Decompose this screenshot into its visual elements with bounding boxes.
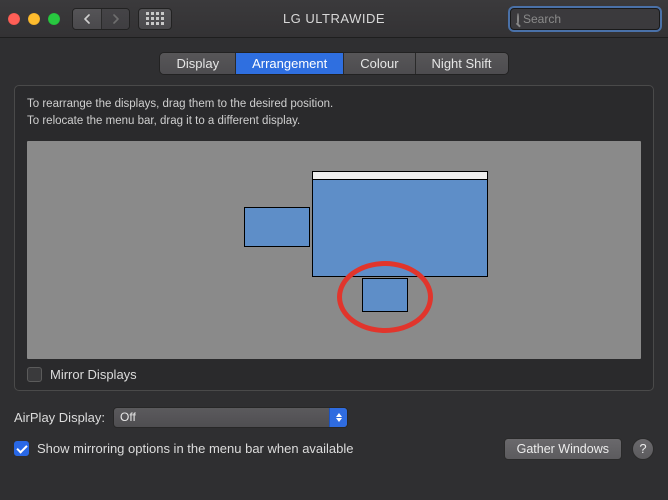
search-icon [517, 13, 519, 25]
tab-colour[interactable]: Colour [344, 53, 415, 74]
tab-bar: Display Arrangement Colour Night Shift [159, 52, 508, 75]
mirror-displays-row: Mirror Displays [27, 367, 641, 382]
search-field-wrap[interactable] [510, 8, 660, 30]
display-box-main[interactable] [312, 171, 488, 277]
search-input[interactable] [523, 12, 668, 26]
airplay-row: AirPlay Display: Off [14, 407, 654, 428]
show-mirroring-checkbox[interactable] [14, 441, 29, 456]
select-stepper-icon [329, 408, 347, 427]
instructions-line-2: To relocate the menu bar, drag it to a d… [27, 113, 641, 130]
forward-button[interactable] [101, 9, 129, 29]
zoom-window-button[interactable] [48, 13, 60, 25]
minimize-window-button[interactable] [28, 13, 40, 25]
airplay-label: AirPlay Display: [14, 410, 105, 425]
display-box-secondary[interactable] [244, 207, 310, 247]
tab-arrangement[interactable]: Arrangement [236, 53, 344, 74]
tab-night-shift[interactable]: Night Shift [416, 53, 508, 74]
traffic-lights [8, 13, 60, 25]
gather-windows-button[interactable]: Gather Windows [504, 438, 622, 460]
footer-row: Show mirroring options in the menu bar w… [14, 438, 654, 460]
menu-bar-indicator[interactable] [313, 172, 487, 180]
chevron-left-icon [83, 14, 92, 24]
display-box-laptop[interactable] [362, 278, 408, 312]
chevron-right-icon [111, 14, 120, 24]
arrangement-canvas[interactable] [27, 141, 641, 359]
arrangement-panel: To rearrange the displays, drag them to … [14, 85, 654, 391]
help-button[interactable]: ? [632, 438, 654, 460]
airplay-value: Off [120, 410, 136, 424]
mirror-displays-label: Mirror Displays [50, 367, 137, 382]
window-titlebar: LG ULTRAWIDE [0, 0, 668, 38]
tab-display[interactable]: Display [160, 53, 236, 74]
nav-group [72, 8, 130, 30]
airplay-select[interactable]: Off [113, 407, 348, 428]
back-button[interactable] [73, 9, 101, 29]
show-mirroring-label: Show mirroring options in the menu bar w… [37, 441, 354, 456]
instructions-text: To rearrange the displays, drag them to … [27, 96, 641, 131]
instructions-line-1: To rearrange the displays, drag them to … [27, 96, 641, 113]
close-window-button[interactable] [8, 13, 20, 25]
mirror-displays-checkbox[interactable] [27, 367, 42, 382]
grid-icon [146, 12, 164, 25]
show-all-button[interactable] [138, 8, 172, 30]
content-area: Display Arrangement Colour Night Shift T… [0, 38, 668, 472]
